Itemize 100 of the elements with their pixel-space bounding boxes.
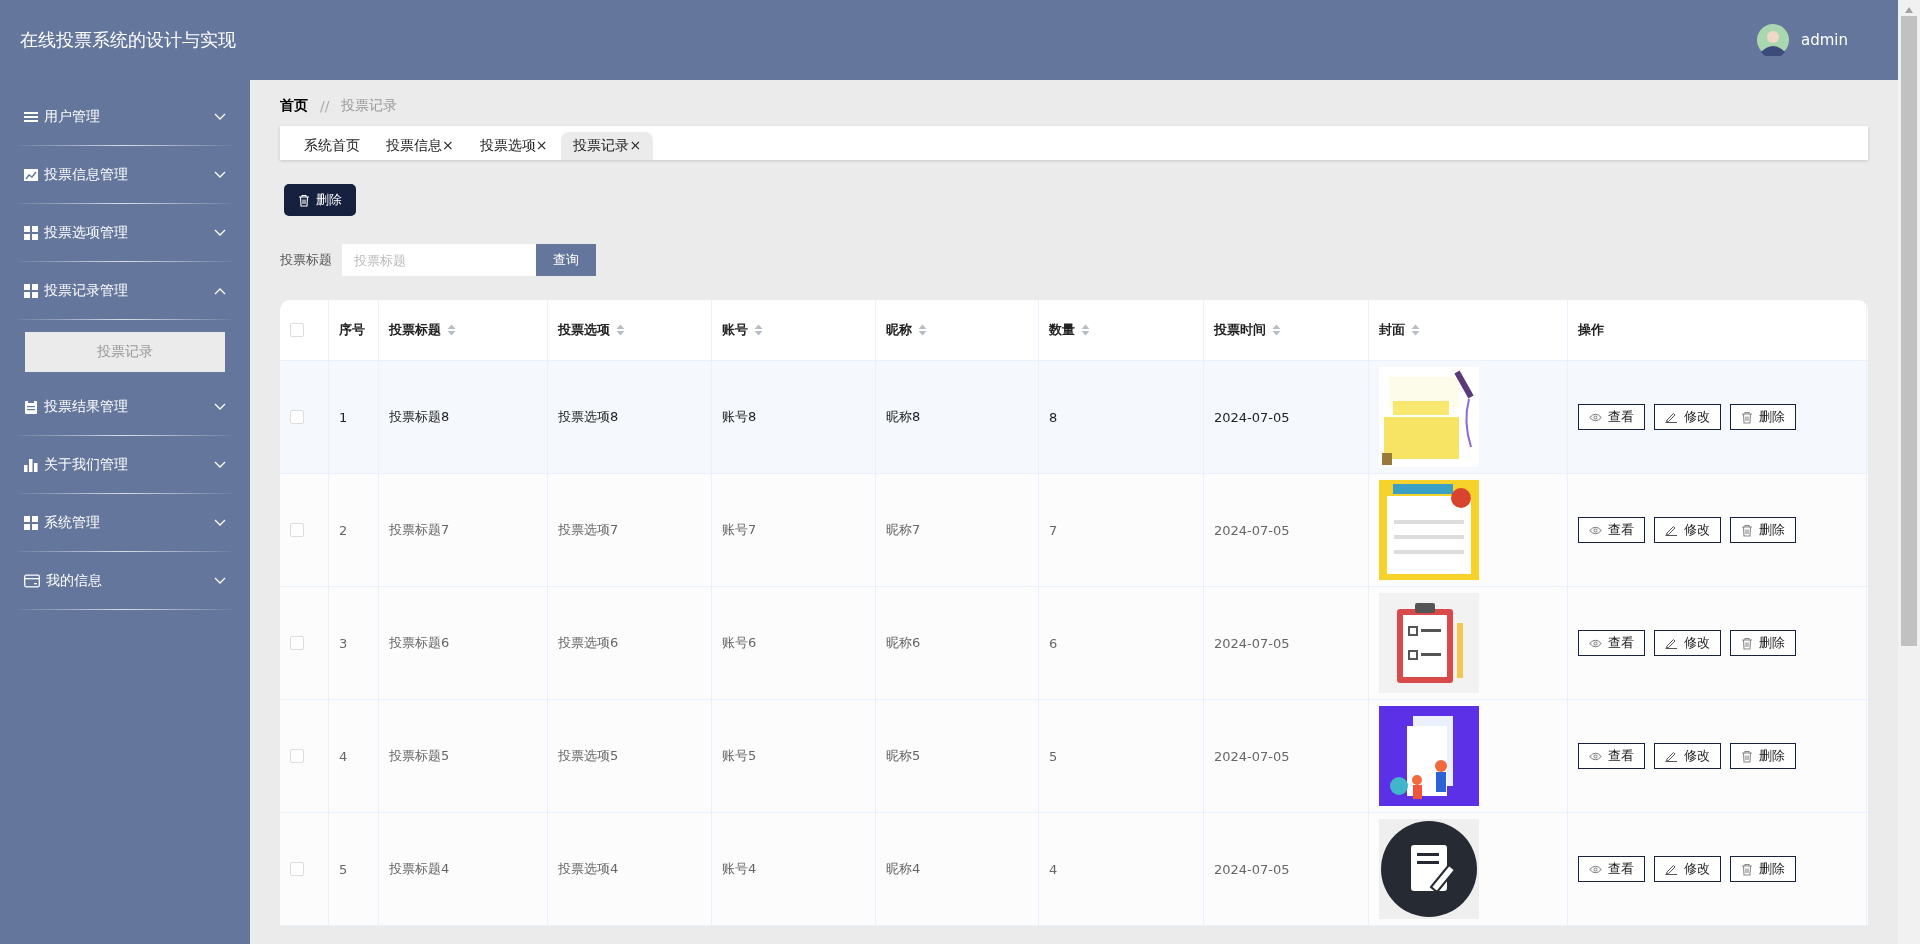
row-checkbox[interactable] — [290, 410, 304, 424]
menu-icon — [24, 109, 38, 124]
table-cell: 2024-07-05 — [1214, 748, 1290, 764]
row-checkbox[interactable] — [290, 636, 304, 650]
action-button[interactable]: 删除 — [1730, 630, 1796, 656]
sort-icon[interactable] — [754, 324, 763, 336]
select-all-checkbox[interactable] — [290, 323, 304, 337]
pencil-icon — [1665, 524, 1678, 536]
eye-icon — [1589, 864, 1602, 874]
action-button[interactable]: 查看 — [1578, 856, 1645, 882]
pencil-icon — [1665, 750, 1678, 762]
sidebar-item[interactable]: 投票记录管理 — [0, 262, 250, 319]
chevron-up-icon — [214, 286, 226, 295]
action-button[interactable]: 查看 — [1578, 743, 1645, 769]
table-cell: 2024-07-05 — [1214, 409, 1290, 425]
table-cell: 账号4 — [722, 860, 757, 878]
column-header: 序号 — [339, 321, 365, 339]
action-button[interactable]: 修改 — [1654, 630, 1721, 656]
sort-icon[interactable] — [918, 324, 927, 336]
breadcrumb-item[interactable]: 首页 — [280, 97, 308, 115]
search-label: 投票标题 — [280, 251, 332, 269]
table-cell: 昵称7 — [886, 521, 921, 539]
sidebar-item[interactable]: 我的信息 — [0, 552, 250, 609]
scrollbar[interactable] — [1898, 0, 1920, 944]
action-button[interactable]: 修改 — [1654, 404, 1721, 430]
action-button[interactable]: 查看 — [1578, 630, 1645, 656]
chevron-down-icon — [214, 460, 226, 469]
action-button[interactable]: 修改 — [1654, 856, 1721, 882]
table-cell: 5 — [339, 861, 348, 877]
table-cell: 账号8 — [722, 408, 757, 426]
action-button[interactable]: 查看 — [1578, 404, 1645, 430]
action-button[interactable]: 查看 — [1578, 517, 1645, 543]
avatar[interactable] — [1757, 24, 1789, 56]
sidebar-item[interactable]: 投票结果管理 — [0, 378, 250, 435]
chart-icon — [24, 167, 38, 182]
breadcrumb-item: 投票记录 — [341, 97, 398, 115]
pencil-icon — [1665, 411, 1678, 423]
table-cell: 投票选项8 — [558, 408, 619, 426]
sidebar-item[interactable]: 系统管理 — [0, 494, 250, 551]
tab[interactable]: 投票选项× — [467, 132, 560, 160]
table-cell: 投票标题4 — [389, 860, 450, 878]
sort-icon[interactable] — [1081, 324, 1090, 336]
query-button[interactable]: 查询 — [536, 244, 596, 276]
table-cell: 投票标题7 — [389, 521, 450, 539]
search-field[interactable]: 投票标题 — [342, 244, 536, 276]
action-button[interactable]: 修改 — [1654, 517, 1721, 543]
chevron-down-icon — [214, 576, 226, 585]
eye-icon — [1589, 525, 1602, 535]
action-button[interactable]: 删除 — [1730, 743, 1796, 769]
column-header: 投票选项 — [558, 321, 610, 339]
column-header: 投票标题 — [389, 321, 441, 339]
row-checkbox[interactable] — [290, 749, 304, 763]
chevron-down-icon — [214, 402, 226, 411]
tab[interactable]: 投票信息× — [374, 132, 466, 160]
row-checkbox[interactable] — [290, 523, 304, 537]
sort-icon[interactable] — [616, 324, 625, 336]
tab[interactable]: 系统首页 — [292, 132, 372, 160]
action-button[interactable]: 修改 — [1654, 743, 1721, 769]
trash-icon — [1741, 410, 1753, 424]
pencil-icon — [1665, 863, 1678, 875]
user-name[interactable]: admin — [1801, 31, 1848, 49]
sidebar-item[interactable]: 投票选项管理 — [0, 204, 250, 261]
sidebar-item[interactable]: 用户管理 — [0, 88, 250, 145]
table-cell: 投票标题5 — [389, 747, 450, 765]
sidebar-item[interactable]: 投票信息管理 — [0, 146, 250, 203]
tab[interactable]: 投票记录× — [561, 132, 654, 160]
action-button[interactable]: 删除 — [1730, 404, 1796, 430]
table-cell: 5 — [1049, 748, 1058, 764]
table-cell: 昵称6 — [886, 634, 921, 652]
trash-icon — [1741, 523, 1753, 537]
scroll-up-icon[interactable] — [1904, 6, 1914, 14]
grid-icon — [24, 225, 38, 240]
table-cell: 投票标题6 — [389, 634, 450, 652]
table-cell: 2 — [339, 522, 348, 538]
column-header: 昵称 — [886, 321, 912, 339]
chevron-down-icon — [214, 518, 226, 527]
column-header: 数量 — [1049, 321, 1075, 339]
table-cell: 3 — [339, 635, 348, 651]
eye-icon — [1589, 412, 1602, 422]
sort-icon[interactable] — [1411, 324, 1420, 336]
table-cell: 投票标题8 — [389, 408, 450, 426]
sidebar-item[interactable]: 关于我们管理 — [0, 436, 250, 493]
table-cell: 7 — [1049, 522, 1058, 538]
table-cell: 昵称4 — [886, 860, 921, 878]
table-cell: 2024-07-05 — [1214, 861, 1290, 877]
row-checkbox[interactable] — [290, 862, 304, 876]
delete-button[interactable]: 删除 — [284, 184, 356, 216]
table-cell: 账号7 — [722, 521, 757, 539]
table-cell: 6 — [1049, 635, 1058, 651]
card-icon — [24, 573, 40, 588]
sort-icon[interactable] — [1272, 324, 1281, 336]
action-button[interactable]: 删除 — [1730, 517, 1796, 543]
action-button[interactable]: 删除 — [1730, 856, 1796, 882]
table-cell: 昵称5 — [886, 747, 921, 765]
eye-icon — [1589, 638, 1602, 648]
sort-icon[interactable] — [447, 324, 456, 336]
column-header: 投票时间 — [1214, 321, 1266, 339]
column-header: 封面 — [1379, 321, 1405, 339]
table-cell: 1 — [339, 409, 348, 425]
table-cell: 投票选项7 — [558, 521, 619, 539]
